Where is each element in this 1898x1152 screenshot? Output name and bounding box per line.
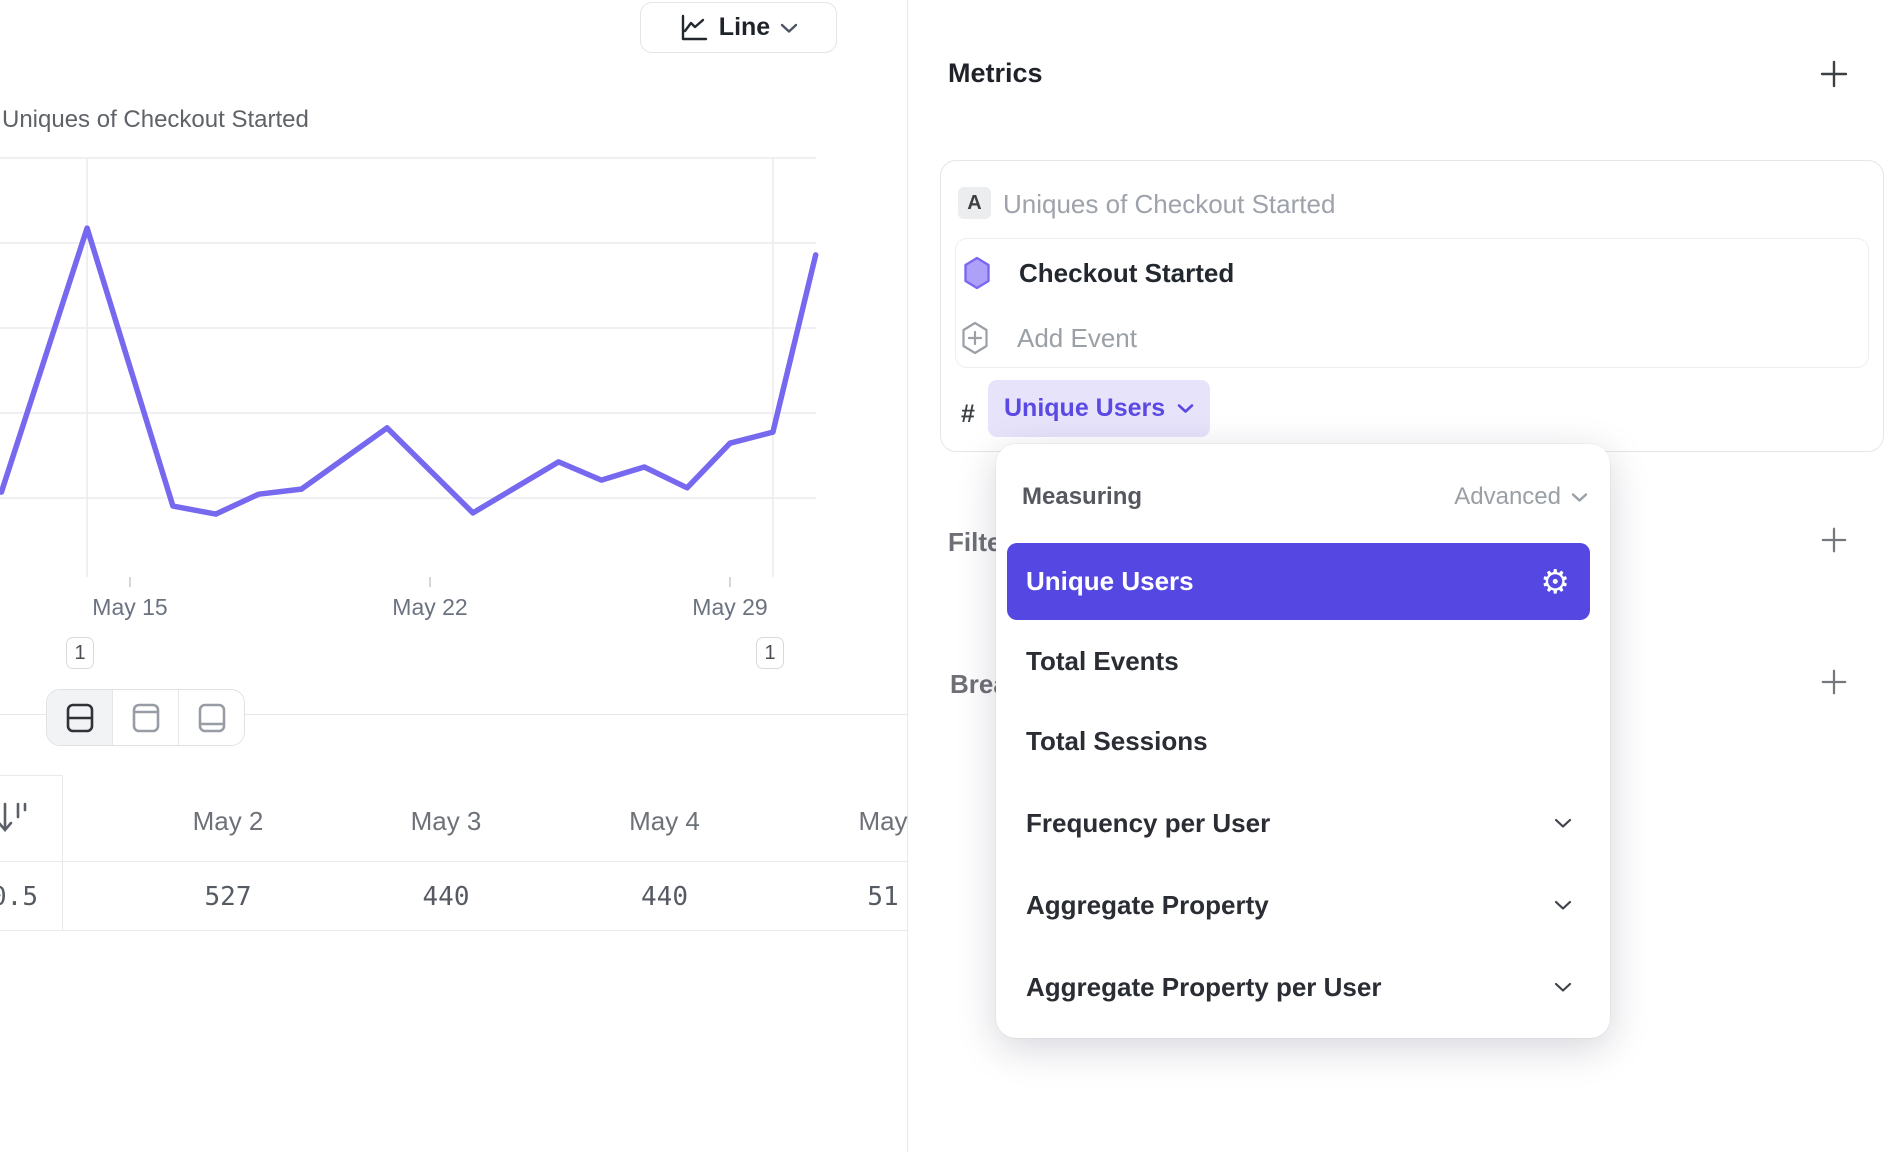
layout-toggle-chart-only[interactable] xyxy=(113,690,179,745)
svg-text:May 29: May 29 xyxy=(692,594,767,620)
table-only-icon xyxy=(198,702,226,734)
menu-item-label: Aggregate Property xyxy=(1026,890,1269,921)
menu-item-total-sessions[interactable]: Total Sessions xyxy=(1007,702,1590,780)
measuring-popup-header: Measuring Advanced xyxy=(1022,483,1588,511)
plus-icon xyxy=(1820,668,1848,696)
menu-item-frequency-per-user[interactable]: Frequency per User xyxy=(1007,784,1590,862)
table-cell: 527 xyxy=(119,882,337,912)
panel-divider xyxy=(907,0,908,1152)
metric-title: Uniques of Checkout Started xyxy=(1003,189,1335,220)
table-header[interactable]: May 3 xyxy=(337,804,555,838)
plus-icon xyxy=(1820,526,1848,554)
menu-item-label: Aggregate Property per User xyxy=(1026,972,1381,1003)
gear-icon[interactable]: ⚙ xyxy=(1540,565,1570,598)
chevron-down-icon xyxy=(1554,899,1572,911)
chevron-down-icon xyxy=(1177,403,1194,414)
chart-type-button[interactable]: Line xyxy=(640,2,837,53)
measure-prefix: # xyxy=(961,400,975,429)
chart-type-label: Line xyxy=(719,13,770,42)
chevron-down-icon xyxy=(1554,817,1572,829)
split-view-icon xyxy=(66,702,94,734)
measure-dropdown[interactable]: Unique Users xyxy=(988,380,1210,437)
metrics-section-title: Metrics xyxy=(948,58,1043,89)
layout-toggle-split-view[interactable] xyxy=(47,690,113,745)
table-border xyxy=(0,775,62,776)
chevron-down-icon xyxy=(1571,492,1588,503)
event-row[interactable]: Checkout Started xyxy=(963,256,1853,290)
sort-descending-icon[interactable] xyxy=(0,800,34,841)
table-header[interactable]: May 4 xyxy=(555,804,774,838)
measuring-label: Measuring xyxy=(1022,483,1142,511)
page-badge-right[interactable]: 1 xyxy=(756,637,784,669)
table-header[interactable]: May 2 xyxy=(119,804,337,838)
table-header-border xyxy=(0,861,907,862)
table-cell: 51 xyxy=(774,882,992,912)
table-header[interactable]: May xyxy=(774,804,992,838)
layout-toggle-group xyxy=(46,689,245,746)
line-chart: May 15 May 22 May 29 xyxy=(0,0,910,660)
menu-item-label: Frequency per User xyxy=(1026,808,1270,839)
menu-item-total-events[interactable]: Total Events xyxy=(1007,622,1590,700)
table-row-label: 0.5 xyxy=(0,882,38,912)
advanced-label: Advanced xyxy=(1454,483,1561,511)
event-name: Checkout Started xyxy=(1019,258,1234,289)
add-filter-button[interactable] xyxy=(1816,522,1852,558)
chart-title: Uniques of Checkout Started xyxy=(2,106,309,134)
menu-item-aggregate-property-per-user[interactable]: Aggregate Property per User xyxy=(1007,948,1590,1026)
page-badge-left[interactable]: 1 xyxy=(66,637,94,669)
plus-icon xyxy=(1819,59,1849,89)
chevron-down-icon xyxy=(780,22,798,34)
measure-dropdown-label: Unique Users xyxy=(1004,394,1165,423)
svg-text:May 15: May 15 xyxy=(92,594,167,620)
menu-item-label: Total Sessions xyxy=(1026,726,1208,757)
table-cell: 440 xyxy=(555,882,774,912)
table-row-border xyxy=(0,930,907,931)
add-metric-button[interactable] xyxy=(1816,56,1852,92)
metric-letter-badge: A xyxy=(958,187,991,219)
add-event-label: Add Event xyxy=(1017,323,1137,354)
advanced-mode-toggle[interactable]: Advanced xyxy=(1454,483,1588,511)
layout-toggle-table-only[interactable] xyxy=(179,690,244,745)
chart-only-icon xyxy=(132,702,160,734)
selected-item-label: Unique Users xyxy=(1026,566,1194,597)
menu-item-label: Total Events xyxy=(1026,646,1179,677)
hexagon-event-icon xyxy=(963,256,991,290)
menu-item-unique-users-selected[interactable]: Unique Users ⚙ xyxy=(1007,543,1590,620)
table-column-divider xyxy=(62,775,63,930)
menu-item-aggregate-property[interactable]: Aggregate Property xyxy=(1007,866,1590,944)
svg-text:May 22: May 22 xyxy=(392,594,467,620)
chevron-down-icon xyxy=(1554,981,1572,993)
line-chart-icon xyxy=(679,13,709,43)
add-breakdown-button[interactable] xyxy=(1816,664,1852,700)
table-cell: 440 xyxy=(337,882,555,912)
add-event-hexagon-icon xyxy=(961,321,989,355)
add-event-button[interactable]: Add Event xyxy=(961,321,1851,355)
